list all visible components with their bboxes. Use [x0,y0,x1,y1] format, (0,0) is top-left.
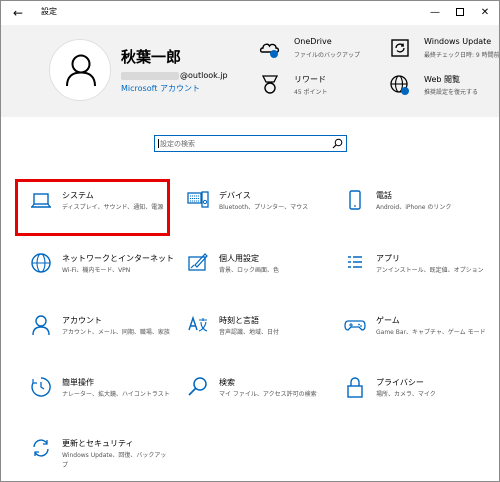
close-button[interactable]: ✕ [475,3,495,23]
web-browsing-title: Web 閲覧 [424,75,460,84]
onedrive-title: OneDrive [294,37,332,46]
header-windows-update[interactable]: Windows Update 最終チェック日時: 9 時間前 [389,37,499,65]
tile-subtitle: 音声認識、地域、日付 [219,329,280,336]
tile-search[interactable]: 検索 マイ ファイル、アクセス許可の検索 [177,374,327,424]
tile-title: 個人用設定 [219,254,259,263]
avatar[interactable] [49,39,111,101]
tile-title: 電話 [376,191,392,200]
phone-icon [349,190,361,210]
tile-title: 時刻と言語 [219,316,259,325]
account-icon [32,315,50,336]
person-icon [66,54,96,87]
tile-title: 簡単操作 [62,378,94,387]
windows-update-title: Windows Update [424,37,492,46]
tile-phone[interactable]: 電話 Android、iPhone のリンク [334,187,484,237]
tile-title: ネットワークとインターネット [62,254,174,263]
tile-subtitle: 場所、カメラ、マイク [376,391,436,398]
tile-subtitle: Bluetooth、プリンター、マウス [219,204,309,211]
tile-time-language[interactable]: 時刻と言語 音声認識、地域、日付 [177,312,327,362]
tile-subtitle: Game Bar、キャプチャ、ゲーム モード [376,329,486,336]
tile-network[interactable]: ネットワークとインターネット Wi-Fi、機内モード、VPN [20,250,174,300]
search-icon [188,377,207,396]
account-header: 秋葉一郎 @outlook.jp Microsoft アカウント OneDriv… [1,25,499,117]
highlight-frame [15,179,170,236]
windows-update-subtitle: 最終チェック日時: 9 時間前 [424,52,500,59]
user-email: @outlook.jp [121,71,228,80]
tile-title: 更新とセキュリティ [62,439,134,448]
rewards-icon [261,75,279,94]
window-title: 設定 [41,7,57,16]
onedrive-subtitle: ファイルのバックアップ [294,52,361,59]
header-web-browsing[interactable]: Web 閲覧 推奨設定を復元する [389,74,499,102]
text-caret [158,139,159,148]
tile-subtitle: Windows Update、回復、バックアップ [62,452,167,469]
lock-icon [347,377,363,398]
tile-subtitle: Android、iPhone のリンク [376,204,452,211]
apps-icon [348,256,362,268]
tile-title: アカウント [62,316,102,325]
tile-gaming[interactable]: ゲーム Game Bar、キャプチャ、ゲーム モード [334,312,486,362]
maximize-icon [456,8,464,16]
tile-accounts[interactable]: アカウント アカウント、メール、同期、職場、家族 [20,312,170,362]
settings-window: ← 設定 — ✕ 秋葉一郎 @outlook.jp Microsoft アカウン… [0,0,500,482]
tile-update-security[interactable]: 更新とセキュリティ Windows Update、回復、バックアップ [20,435,170,481]
tile-title: アプリ [376,254,400,263]
globe-icon [31,253,51,273]
email-redaction [121,71,179,80]
header-rewards[interactable]: リワード 45 ポイント [259,74,389,102]
web-browsing-icon [390,75,409,95]
rewards-title: リワード [294,75,326,84]
settings-search-box[interactable] [154,135,347,152]
title-bar: ← 設定 — ✕ [1,1,499,25]
tile-privacy[interactable]: プライバシー 場所、カメラ、マイク [334,374,484,424]
tile-subtitle: ナレーター、拡大鏡、ハイコントラスト [62,391,170,398]
settings-search-input[interactable] [160,137,325,150]
tile-title: ゲーム [376,316,400,325]
onedrive-icon [259,43,280,58]
back-button[interactable]: ← [9,4,27,22]
tile-subtitle: Wi-Fi、機内モード、VPN [62,267,131,274]
tile-title: 検索 [219,378,235,387]
devices-icon [187,191,209,208]
tile-ease-of-access[interactable]: 簡単操作 ナレーター、拡大鏡、ハイコントラスト [20,374,170,424]
web-browsing-subtitle: 推奨設定を復元する [424,89,479,96]
tile-subtitle: 背景、ロック画面、色 [219,267,280,274]
tile-personalization[interactable]: 個人用設定 背景、ロック画面、色 [177,250,327,300]
magnifier-icon[interactable] [332,138,343,149]
tile-title: プライバシー [376,378,424,387]
minimize-button[interactable]: — [425,3,445,23]
user-name: 秋葉一郎 [121,48,182,66]
tile-subtitle: マイ ファイル、アクセス許可の検索 [219,391,317,398]
windows-update-icon [391,39,409,57]
gamepad-icon [344,320,366,331]
tile-devices[interactable]: デバイス Bluetooth、プリンター、マウス [177,187,327,237]
maximize-button[interactable] [450,3,470,23]
tile-title: デバイス [219,191,251,200]
tile-apps[interactable]: アプリ アンインストール、既定値、オプション [334,250,484,300]
tile-subtitle: アンインストール、既定値、オプション [376,267,484,274]
rewards-subtitle: 45 ポイント [294,89,328,96]
tile-subtitle: アカウント、メール、同期、職場、家族 [62,329,170,336]
time-language-icon [188,315,208,332]
personalization-icon [188,253,208,271]
update-security-icon [33,439,49,457]
microsoft-account-link[interactable]: Microsoft アカウント [121,83,200,94]
header-onedrive[interactable]: OneDrive ファイルのバックアップ [259,37,389,65]
ease-of-access-icon [31,377,51,397]
